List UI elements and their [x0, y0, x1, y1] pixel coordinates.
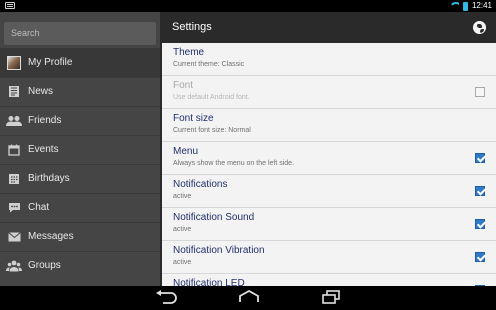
- sidebar-item-label: My Profile: [28, 57, 73, 68]
- notification-vibration-checkbox[interactable]: [475, 252, 485, 262]
- setting-summary: Current theme: Classic: [173, 61, 245, 68]
- sidebar-item-friends[interactable]: Friends: [0, 106, 162, 135]
- setting-summary: Use default Android font.: [173, 94, 250, 101]
- setting-title: Font size: [173, 113, 214, 124]
- sidebar: Search My Profile News Friends Events Bi…: [0, 12, 162, 286]
- setting-summary: Current font size: Normal: [173, 127, 251, 134]
- sidebar-item-birthdays[interactable]: Birthdays: [0, 164, 162, 193]
- back-icon[interactable]: [154, 290, 184, 306]
- battery-icon: [462, 1, 468, 11]
- setting-notification-sound[interactable]: Notification Sound active: [162, 208, 496, 241]
- navigation-bar: [0, 286, 496, 310]
- settings-panel: Settings Theme Current theme: Classic Fo…: [162, 12, 496, 286]
- chat-icon: [0, 202, 28, 213]
- globe-icon[interactable]: [473, 21, 486, 34]
- sidebar-item-chat[interactable]: Chat: [0, 193, 162, 222]
- sidebar-item-label: Messages: [28, 231, 74, 242]
- sidebar-item-my-profile[interactable]: My Profile: [0, 48, 162, 77]
- recent-apps-icon[interactable]: [318, 290, 348, 306]
- sidebar-item-label: Friends: [28, 115, 62, 126]
- action-bar: Settings: [162, 12, 496, 43]
- sidebar-item-messages[interactable]: Messages: [0, 222, 162, 251]
- setting-summary: active: [173, 226, 192, 233]
- sidebar-item-label: Birthdays: [28, 173, 70, 184]
- status-bar: 12:41: [0, 0, 496, 12]
- setting-title: Notifications: [173, 179, 228, 190]
- setting-title: Notification LED: [173, 278, 245, 286]
- setting-summary: active: [173, 259, 192, 266]
- sidebar-item-groups[interactable]: Groups: [0, 251, 162, 280]
- setting-title: Notification Vibration: [173, 245, 265, 256]
- setting-notification-vibration[interactable]: Notification Vibration active: [162, 241, 496, 274]
- setting-summary: active: [173, 193, 192, 200]
- setting-title: Notification Sound: [173, 212, 255, 223]
- avatar: [7, 55, 21, 70]
- setting-title: Theme: [173, 47, 205, 58]
- sidebar-item-events[interactable]: Events: [0, 135, 162, 164]
- sidebar-item-label: Chat: [28, 202, 50, 213]
- notification-sound-checkbox[interactable]: [475, 219, 485, 229]
- setting-summary: Always show the menu on the left side.: [173, 160, 295, 167]
- setting-font-size[interactable]: Font size Current font size: Normal: [162, 109, 496, 142]
- setting-notifications[interactable]: Notifications active: [162, 175, 496, 208]
- wifi-icon: [448, 2, 459, 10]
- notifications-checkbox[interactable]: [475, 186, 485, 196]
- news-icon: [0, 85, 28, 98]
- menu-checkbox[interactable]: [475, 153, 485, 163]
- notification-icon[interactable]: [5, 2, 15, 9]
- setting-notification-led[interactable]: Notification LED: [162, 274, 496, 286]
- setting-menu[interactable]: Menu Always show the menu on the left si…: [162, 142, 496, 175]
- setting-title: Menu: [173, 146, 199, 157]
- setting-theme[interactable]: Theme Current theme: Classic: [162, 43, 496, 76]
- font-checkbox: [475, 87, 485, 97]
- friends-icon: [0, 115, 28, 127]
- setting-title: Font: [173, 80, 194, 91]
- sidebar-item-news[interactable]: News: [0, 77, 162, 106]
- page-title: Settings: [172, 21, 212, 33]
- calendar-icon: [0, 144, 28, 156]
- groups-icon: [0, 260, 28, 272]
- sidebar-item-label: Groups: [28, 260, 61, 271]
- home-icon[interactable]: [236, 289, 266, 306]
- sidebar-item-label: Events: [28, 144, 59, 155]
- setting-font: Font Use default Android font.: [162, 76, 496, 109]
- clock: 12:41: [471, 1, 492, 10]
- search-input[interactable]: Search: [4, 22, 156, 45]
- sidebar-item-label: News: [28, 86, 54, 97]
- envelope-icon: [0, 231, 28, 242]
- birthday-calendar-icon: [0, 173, 28, 185]
